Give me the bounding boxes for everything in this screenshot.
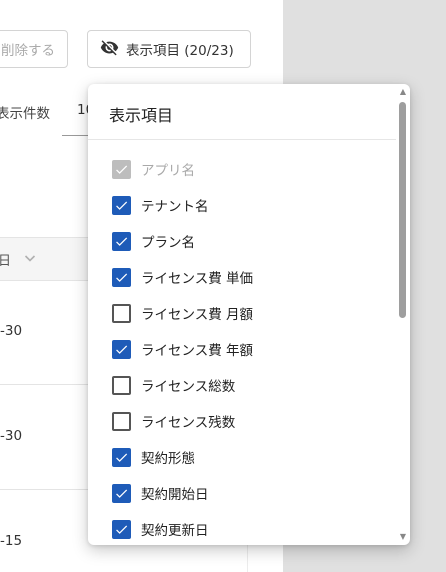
column-option[interactable]: 契約更新日 [112, 516, 209, 542]
column-option[interactable]: ライセンス費 単価 [112, 264, 253, 290]
scrollbar[interactable]: ▲ ▼ [396, 84, 410, 545]
table-cell-date: -30 [0, 428, 23, 444]
column-option[interactable]: 契約開始日 [112, 480, 209, 506]
column-option-label: 契約開始日 [141, 487, 209, 503]
checkbox-checked-icon [112, 159, 131, 179]
delete-button[interactable]: 削除する [0, 30, 68, 68]
column-option[interactable]: ライセンス総数 [112, 372, 235, 398]
checkbox-checked-icon[interactable] [106, 333, 137, 365]
column-option-label: ライセンス費 年額 [141, 343, 254, 359]
checkbox-checked-icon[interactable] [112, 519, 131, 539]
columns-panel-title: 表示項目 [109, 106, 174, 125]
per-page-label: 表示件数 [0, 106, 50, 122]
column-option-label: プラン名 [141, 235, 195, 251]
eye-off-icon [100, 38, 119, 61]
table-cell-date: -30 [0, 323, 23, 339]
column-option-label: アプリ名 [141, 163, 195, 179]
scroll-down-arrow-icon[interactable]: ▼ [400, 533, 406, 541]
checkbox-unchecked-icon[interactable] [112, 375, 131, 395]
checkbox-checked-icon[interactable] [112, 267, 131, 287]
column-option-label: ライセンス残数 [141, 415, 236, 431]
column-option-label: テナント名 [141, 199, 209, 215]
column-option[interactable]: 契約形態 [112, 444, 195, 470]
column-option[interactable]: プラン名 [112, 228, 195, 254]
checkbox-checked-icon[interactable] [112, 447, 131, 467]
scroll-up-arrow-icon[interactable]: ▲ [400, 88, 406, 96]
column-option-label: 契約形態 [141, 451, 195, 467]
panel-divider [88, 139, 396, 140]
checkbox-unchecked-icon[interactable] [112, 411, 131, 431]
columns-button[interactable]: 表示項目 (20/23) [87, 30, 251, 68]
column-option[interactable]: ライセンス費 月額 [112, 300, 253, 326]
checkbox-checked-icon[interactable] [112, 231, 131, 251]
scrollbar-thumb[interactable] [399, 102, 406, 318]
chevron-down-icon[interactable] [22, 250, 38, 266]
column-option-label: ライセンス費 月額 [141, 307, 254, 323]
delete-button-label: 削除する [1, 43, 55, 59]
checkbox-checked-icon[interactable] [112, 195, 131, 215]
column-option[interactable]: ライセンス残数 [112, 408, 235, 434]
column-option-label: ライセンス総数 [141, 379, 236, 395]
checkbox-checked-icon[interactable] [112, 483, 131, 503]
table-header-date[interactable]: 日 [0, 250, 11, 269]
column-option[interactable]: テナント名 [112, 192, 209, 218]
column-option-label: ライセンス費 単価 [141, 271, 254, 287]
column-option-label: 契約更新日 [141, 523, 209, 539]
column-option[interactable]: ライセンス費 年額 [106, 333, 254, 365]
checkbox-unchecked-icon[interactable] [112, 303, 131, 323]
columns-panel: 表示項目 アプリ名テナント名プラン名ライセンス費 単価 ライセンス費 月額 ライセン… [88, 84, 410, 545]
column-option: アプリ名 [112, 156, 195, 182]
columns-button-label: 表示項目 (20/23) [126, 43, 234, 59]
table-cell-date: -15 [0, 533, 23, 549]
